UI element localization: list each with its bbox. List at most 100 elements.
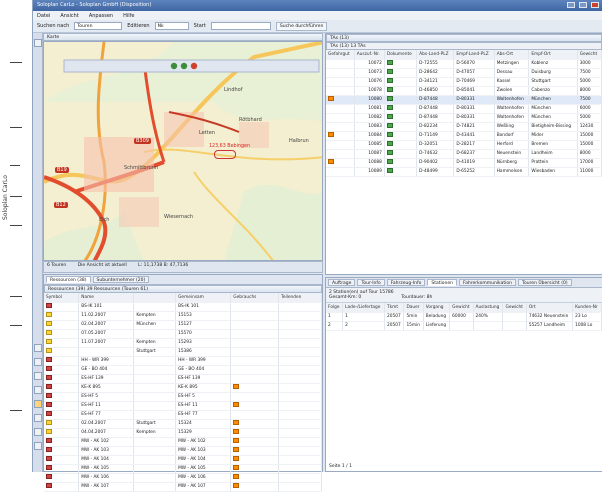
col-order-4[interactable]: Empf-Land-PLZ xyxy=(453,50,495,60)
map-status-bar: 6 Touren Die Ansicht ist aktuell L: 11,1… xyxy=(43,261,323,273)
table-row[interactable]: 10078 D-46850 D-85041 Zwolen Cabenzo 8000 xyxy=(326,86,602,96)
table-row[interactable]: BS-IK 101 BS-IK 101 xyxy=(44,302,323,312)
col-order-3[interactable]: Abs-Land-PLZ xyxy=(416,50,455,60)
tab-subcontractors[interactable]: Subunternehmer (20) xyxy=(92,276,150,283)
table-row[interactable]: 11.07.2007 Kempten 15293 xyxy=(44,338,323,348)
table-row[interactable]: 10083 D-82234 D-74821 Weßling Bietigheim-Bis… xyxy=(326,122,602,132)
table-row[interactable]: 10084 D-71149 D-43441 Bondorf Mider 15000 xyxy=(326,131,602,141)
col-station-6[interactable]: Auslastung xyxy=(473,303,504,313)
table-row[interactable]: 10072 D-72555 D-56070 Metzingen Koblenz 3000 xyxy=(326,59,602,69)
menu-item-datei[interactable]: Datei xyxy=(37,13,50,19)
table-row[interactable]: MW - AK 104 MW - AK 104 xyxy=(44,455,323,465)
table-row[interactable]: ES-HF 11 ES-HF 11 xyxy=(44,401,323,411)
table-row[interactable]: 10085 D-32051 D-28217 Herford Bremen 15000 xyxy=(326,140,602,150)
col-order-7[interactable]: Gewicht xyxy=(577,50,602,60)
col-symbol[interactable]: Symbol xyxy=(44,293,80,303)
col-order-6[interactable]: Empf-Ort xyxy=(528,50,578,60)
table-row[interactable]: GE - BO 404 GE - BO 404 xyxy=(44,365,323,375)
col-station-0[interactable]: Folge xyxy=(326,303,344,313)
sidebar-tool-icon[interactable] xyxy=(34,344,42,352)
col-share[interactable]: Teilenden xyxy=(278,293,323,303)
table-row[interactable]: 02.04.2007 München 15127 xyxy=(44,320,323,330)
start-field[interactable] xyxy=(210,22,271,30)
edit-field[interactable]: Nk xyxy=(154,22,189,30)
row-usage xyxy=(230,392,279,402)
table-row[interactable]: 10081 D-87448 D-80331 Waltenhofen München 600… xyxy=(326,104,602,114)
station-cell xyxy=(502,321,527,331)
margin-mark xyxy=(10,410,22,411)
row-hazard xyxy=(326,77,355,87)
menu-item-hilfe[interactable]: Hilfe xyxy=(123,13,134,19)
table-row[interactable]: MW - AK 102 MW - AK 102 xyxy=(44,437,323,447)
col-common[interactable]: Gemeinsam xyxy=(175,293,232,303)
table-row[interactable]: 02.04.2007 Stuttgart 15324 xyxy=(44,419,323,429)
table-row[interactable]: 2 2 20507 15min Lieferung 55257 Landheim 1008 … xyxy=(326,321,602,331)
table-row[interactable]: 10073 D-28642 D-47057 Dessau Duisburg 7500 xyxy=(326,68,602,78)
row-hazard xyxy=(326,113,355,123)
col-station-7[interactable]: Gewicht xyxy=(502,303,527,313)
col-station-1[interactable]: Lade-/Liefertage xyxy=(342,303,386,313)
table-row[interactable]: 10076 D-34121 D-70469 Kassel Stuttgart 5000 xyxy=(326,77,602,87)
table-row[interactable]: MW - AK 107 MW - AK 107 xyxy=(44,482,323,492)
col-order-1[interactable]: Auszuf.-Nr. xyxy=(354,50,385,60)
maximize-button[interactable] xyxy=(579,2,587,8)
search-field[interactable]: Touren xyxy=(74,22,123,30)
sidebar-tool-icon[interactable] xyxy=(34,400,42,408)
table-row[interactable]: ES-HF 139 ES-HF 139 xyxy=(44,374,323,384)
tab-detail-0[interactable]: Auftrage xyxy=(328,279,356,286)
row-hazard xyxy=(326,149,355,159)
minimize-button[interactable] xyxy=(567,2,575,8)
menu-item-ansicht[interactable]: Ansicht xyxy=(60,13,78,19)
table-row[interactable]: KE-K 895 KE-K 895 xyxy=(44,383,323,393)
col-station-8[interactable]: Ort xyxy=(526,303,574,313)
sidebar-tool-icon[interactable] xyxy=(34,414,42,422)
table-row[interactable]: 10089 D-48499 D-65252 Hammelsen Wiesbaden 110… xyxy=(326,167,602,177)
tab-detail-4[interactable]: Fahrerkommunikation xyxy=(458,279,516,286)
table-row[interactable]: 11.02.2007 Kempten 15153 xyxy=(44,311,323,321)
tab-detail-1[interactable]: Tour-Info xyxy=(357,279,385,286)
table-row[interactable]: 1 1 20507 5min Beladung 60000 240% 74632 Neuens… xyxy=(326,312,602,322)
sidebar-tool-icon[interactable] xyxy=(34,39,42,47)
col-name[interactable]: Name xyxy=(78,293,135,303)
col-station-5[interactable]: Gewicht xyxy=(449,303,474,313)
table-row[interactable]: MW - AK 106 MW - AK 106 xyxy=(44,473,323,483)
col-order-5[interactable]: Abs-Ort xyxy=(494,50,530,60)
map-marker[interactable] xyxy=(214,150,236,159)
col-order-0[interactable]: Gefahrgut xyxy=(326,50,355,60)
col-station-9[interactable]: Kunden-Nr xyxy=(572,303,602,313)
sidebar-tool-icon[interactable] xyxy=(34,386,42,394)
table-row[interactable]: 07.05.2007 15570 xyxy=(44,329,323,339)
sidebar-tool-icon[interactable] xyxy=(34,358,42,366)
tab-detail-3[interactable]: Stationen xyxy=(427,279,457,286)
row-usage xyxy=(230,473,279,483)
col-place[interactable] xyxy=(133,293,177,303)
row-symbol xyxy=(44,410,80,420)
sidebar-tool-icon[interactable] xyxy=(34,442,42,450)
col-usage[interactable]: Gebrauchs xyxy=(230,293,279,303)
table-row[interactable]: 10082 D-87448 D-80331 Waltenhofen München 500… xyxy=(326,113,602,123)
table-row[interactable]: HH - WR 399 HH - WR 399 xyxy=(44,356,323,366)
menu-item-anpassen[interactable]: Anpassen xyxy=(89,13,113,19)
table-row[interactable]: 04.04.2007 Kempten 15329 xyxy=(44,428,323,438)
col-station-4[interactable]: Vorgang xyxy=(423,303,451,313)
sidebar-tool-icon[interactable] xyxy=(34,428,42,436)
map-view[interactable]: B19 B309 B12 Lindhof Letten Rötbhard Hal… xyxy=(43,41,323,261)
table-row[interactable]: ES-HF 77 ES-HF 77 xyxy=(44,410,323,420)
tab-detail-2[interactable]: Fahrzeug-Info xyxy=(386,279,426,286)
table-row[interactable]: MW - AK 103 MW - AK 103 xyxy=(44,446,323,456)
row-docs xyxy=(384,158,418,168)
table-row[interactable]: Stuttgart 15386 xyxy=(44,347,323,357)
col-order-2[interactable]: Dokumente xyxy=(384,50,418,60)
tab-resources[interactable]: Ressourcen (38) xyxy=(46,276,91,283)
search-all-button[interactable]: Suche durchführen xyxy=(275,21,328,31)
col-station-2[interactable]: Tkmt xyxy=(384,303,405,313)
sidebar-tool-icon[interactable] xyxy=(34,372,42,380)
col-station-3[interactable]: Dauer xyxy=(403,303,424,313)
table-row[interactable]: 10087 D-74632 D-68237 Neuenstein Landheim 800… xyxy=(326,149,602,159)
row-share xyxy=(278,302,323,312)
table-row[interactable]: ES-HF 5 ES-HF 5 xyxy=(44,392,323,402)
table-row[interactable]: 10088 D-90402 D-41019 Nürnberg Prattein 17000 xyxy=(326,158,602,168)
close-button[interactable] xyxy=(591,2,599,8)
table-row[interactable]: 10080 D-87448 D-80331 Waltenhofen München 750… xyxy=(326,95,602,105)
tab-detail-5[interactable]: Touren Übersicht (0) xyxy=(517,279,572,286)
